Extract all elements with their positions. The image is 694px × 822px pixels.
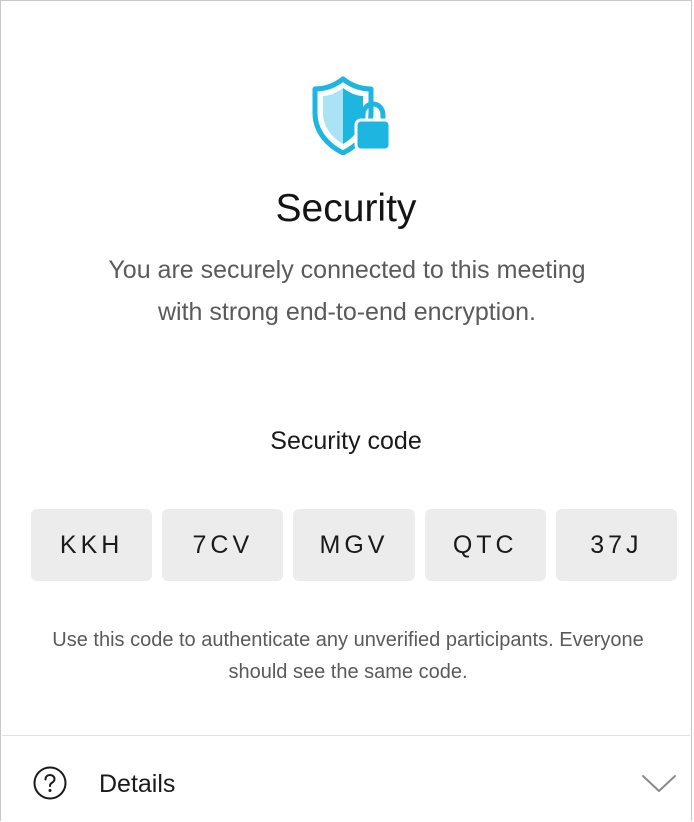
chevron-down-icon[interactable] bbox=[641, 774, 677, 794]
question-circle-icon bbox=[33, 766, 67, 800]
details-label: Details bbox=[99, 770, 176, 798]
security-code-group: KKH 7CV MGV QTC 37J bbox=[31, 509, 678, 581]
security-description: You are securely connected to this meeti… bbox=[108, 256, 586, 326]
code-segment-5: 37J bbox=[555, 509, 678, 581]
security-code-label: Security code bbox=[270, 427, 422, 455]
code-segment-3: MGV bbox=[293, 509, 415, 581]
security-code-help-text: Use this code to authenticate any unveri… bbox=[52, 629, 644, 683]
shield-lock-icon bbox=[311, 75, 397, 156]
code-segment-1: KKH bbox=[31, 509, 153, 581]
details-expander[interactable]: Details bbox=[1, 736, 691, 822]
code-segment-4: QTC bbox=[424, 509, 546, 581]
page-title: Security bbox=[275, 187, 417, 230]
code-segment-2: 7CV bbox=[162, 509, 284, 581]
security-panel: Security You are securely connected to t… bbox=[0, 0, 692, 821]
